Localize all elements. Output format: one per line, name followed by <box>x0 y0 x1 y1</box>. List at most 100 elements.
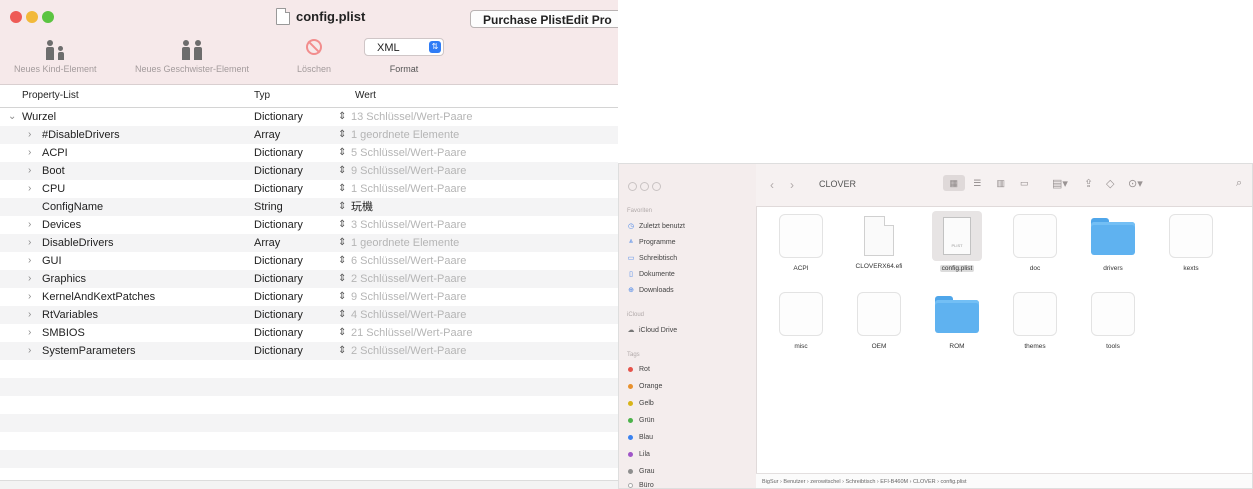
sidebar-tag-orange[interactable]: Orange <box>627 383 662 390</box>
table-row[interactable]: ConfigName String ⇕ 玩機 <box>0 198 618 216</box>
disclosure-closed-icon[interactable]: › <box>28 270 31 288</box>
type-stepper-icon[interactable]: ⇕ <box>338 306 346 324</box>
table-row[interactable]: › Devices Dictionary ⇕ 3 Schlüssel/Wert-… <box>0 216 618 234</box>
disclosure-closed-icon[interactable]: › <box>28 252 31 270</box>
disclosure-closed-icon[interactable]: › <box>28 306 31 324</box>
row-type[interactable]: Dictionary <box>254 180 303 198</box>
type-stepper-icon[interactable]: ⇕ <box>338 162 346 180</box>
row-type[interactable]: Dictionary <box>254 288 303 306</box>
table-row[interactable]: › SystemParameters Dictionary ⇕ 2 Schlüs… <box>0 342 618 360</box>
file-item[interactable]: tools <box>1078 292 1148 350</box>
type-stepper-icon[interactable]: ⇕ <box>338 180 346 198</box>
format-select[interactable]: XML ⇅ <box>364 38 444 56</box>
sidebar-item-icloud-drive[interactable]: ☁ iCloud Drive <box>627 326 678 335</box>
disclosure-closed-icon[interactable]: › <box>28 180 31 198</box>
type-stepper-icon[interactable]: ⇕ <box>338 234 346 252</box>
sidebar-tag-yellow[interactable]: Gelb <box>627 400 654 407</box>
table-row[interactable]: › RtVariables Dictionary ⇕ 4 Schlüssel/W… <box>0 306 618 324</box>
type-stepper-icon[interactable]: ⇕ <box>338 144 346 162</box>
delete-button[interactable]: Löschen <box>297 34 331 74</box>
sidebar-item-downloads[interactable]: ⊕ Downloads <box>627 286 674 295</box>
file-item[interactable]: doc <box>1000 214 1070 272</box>
column-header-value[interactable]: Wert <box>355 90 376 101</box>
column-header-key[interactable]: Property-List <box>22 90 79 101</box>
row-type[interactable]: Dictionary <box>254 252 303 270</box>
row-type[interactable]: Array <box>254 126 280 144</box>
disclosure-open-icon[interactable]: ⌄ <box>8 108 16 126</box>
sidebar-tag-red[interactable]: Rot <box>627 366 650 373</box>
column-header-type[interactable]: Typ <box>254 90 270 101</box>
new-sibling-button[interactable]: Neues Geschwister-Element <box>135 34 249 74</box>
type-stepper-icon[interactable]: ⇕ <box>338 252 346 270</box>
row-type[interactable]: Array <box>254 234 280 252</box>
table-row[interactable]: › KernelAndKextPatches Dictionary ⇕ 9 Sc… <box>0 288 618 306</box>
close-window-button[interactable] <box>10 11 22 23</box>
type-stepper-icon[interactable]: ⇕ <box>338 270 346 288</box>
table-row[interactable]: ⌄ Wurzel Dictionary ⇕ 13 Schlüssel/Wert-… <box>0 108 618 126</box>
row-type[interactable]: Dictionary <box>254 144 303 162</box>
share-icon[interactable]: ⇪ <box>1084 177 1093 190</box>
row-type[interactable]: Dictionary <box>254 108 303 126</box>
path-bar[interactable]: BigSur › Benutzer › zerowitschel › Schre… <box>756 473 1252 488</box>
zoom-window-button[interactable] <box>42 11 54 23</box>
sidebar-tag-blue[interactable]: Blau <box>627 434 653 441</box>
file-item[interactable]: themes <box>1000 292 1070 350</box>
table-row[interactable]: › ACPI Dictionary ⇕ 5 Schlüssel/Wert-Paa… <box>0 144 618 162</box>
disclosure-closed-icon[interactable]: › <box>28 162 31 180</box>
row-type[interactable]: String <box>254 198 283 216</box>
sidebar-item-recents[interactable]: ◷ Zuletzt benutzt <box>627 222 685 231</box>
group-by-icon[interactable]: ▤▾ <box>1052 177 1068 190</box>
icon-view-icon[interactable]: ▦ <box>943 175 965 191</box>
disclosure-closed-icon[interactable]: › <box>28 144 31 162</box>
disclosure-closed-icon[interactable]: › <box>28 216 31 234</box>
gallery-view-icon[interactable]: ▭ <box>1014 175 1036 191</box>
sidebar-item-desktop[interactable]: ▭ Schreibtisch <box>627 254 677 263</box>
row-value[interactable]: 玩機 <box>351 198 373 216</box>
disclosure-closed-icon[interactable]: › <box>28 126 31 144</box>
type-stepper-icon[interactable]: ⇕ <box>338 216 346 234</box>
minimize-window-button[interactable] <box>26 11 38 23</box>
type-stepper-icon[interactable]: ⇕ <box>338 126 346 144</box>
forward-chevron-icon[interactable]: › <box>790 178 794 192</box>
list-view-icon[interactable]: ☰ <box>967 175 989 191</box>
type-stepper-icon[interactable]: ⇕ <box>338 108 346 126</box>
table-row[interactable]: › CPU Dictionary ⇕ 1 Schlüssel/Wert-Paar… <box>0 180 618 198</box>
table-row[interactable]: › Boot Dictionary ⇕ 9 Schlüssel/Wert-Paa… <box>0 162 618 180</box>
file-item-selected[interactable]: PLIST config.plist <box>922 211 992 272</box>
disclosure-closed-icon[interactable]: › <box>28 342 31 360</box>
disclosure-closed-icon[interactable]: › <box>28 288 31 306</box>
file-item[interactable]: ROM <box>922 292 992 350</box>
type-stepper-icon[interactable]: ⇕ <box>338 342 346 360</box>
disclosure-closed-icon[interactable]: › <box>28 324 31 342</box>
row-type[interactable]: Dictionary <box>254 270 303 288</box>
sidebar-item-documents[interactable]: ▯ Dokumente <box>627 270 675 279</box>
table-row[interactable]: › SMBIOS Dictionary ⇕ 21 Schlüssel/Wert-… <box>0 324 618 342</box>
type-stepper-icon[interactable]: ⇕ <box>338 324 346 342</box>
sidebar-tag-office[interactable]: Büro <box>627 482 654 488</box>
tag-icon[interactable]: ◇ <box>1106 177 1114 190</box>
file-item[interactable]: kexts <box>1156 214 1226 272</box>
zoom-window-button[interactable] <box>652 182 661 191</box>
type-stepper-icon[interactable]: ⇕ <box>338 288 346 306</box>
sidebar-tag-green[interactable]: Grün <box>627 417 655 424</box>
file-item[interactable]: ACPI <box>766 214 836 272</box>
row-type[interactable]: Dictionary <box>254 342 303 360</box>
file-item[interactable]: CLOVERX64.efi <box>844 214 914 270</box>
sidebar-item-applications[interactable]: ⩓ Programme <box>627 238 676 246</box>
close-window-button[interactable] <box>628 182 637 191</box>
table-row[interactable]: › GUI Dictionary ⇕ 6 Schlüssel/Wert-Paar… <box>0 252 618 270</box>
back-chevron-icon[interactable]: ‹ <box>770 178 774 192</box>
minimize-window-button[interactable] <box>640 182 649 191</box>
column-view-icon[interactable]: ▥ <box>990 175 1012 191</box>
disclosure-closed-icon[interactable]: › <box>28 234 31 252</box>
row-type[interactable]: Dictionary <box>254 324 303 342</box>
file-item[interactable]: OEM <box>844 292 914 350</box>
sidebar-tag-purple[interactable]: Lila <box>627 451 650 458</box>
table-row[interactable]: › Graphics Dictionary ⇕ 2 Schlüssel/Wert… <box>0 270 618 288</box>
more-actions-icon[interactable]: ⊙▾ <box>1128 177 1143 190</box>
table-row[interactable]: › DisableDrivers Array ⇕ 1 geordnete Ele… <box>0 234 618 252</box>
row-type[interactable]: Dictionary <box>254 216 303 234</box>
file-item[interactable]: drivers <box>1078 214 1148 272</box>
file-item[interactable]: misc <box>766 292 836 350</box>
purchase-button[interactable]: Purchase PlistEdit Pro <box>470 10 618 28</box>
